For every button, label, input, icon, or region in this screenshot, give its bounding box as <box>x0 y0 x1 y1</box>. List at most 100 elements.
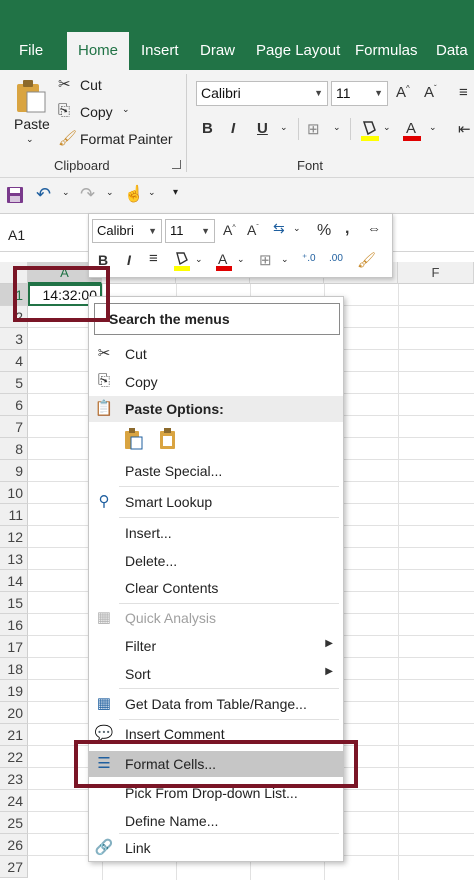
underline-dropdown-icon[interactable]: ⌄ <box>280 122 288 133</box>
touch-mode-icon[interactable]: ☝ <box>124 184 144 204</box>
increase-font-icon[interactable]: A^ <box>223 222 236 238</box>
row-header[interactable]: 26 <box>0 834 28 856</box>
menu-item-link[interactable]: 🔗 Link <box>89 835 343 861</box>
merge-center-icon[interactable]: ⇔ <box>367 220 381 236</box>
font-name-combo[interactable]: Calibri ▼ <box>196 81 328 106</box>
column-header-f[interactable]: F <box>398 262 474 284</box>
indent-icon[interactable]: ⇤ <box>458 120 471 138</box>
row-header[interactable]: 3 <box>0 328 28 350</box>
mini-format-painter-icon[interactable]: 🖌 <box>357 251 376 269</box>
undo-icon[interactable]: ↶ <box>36 184 51 205</box>
menu-item-get-data[interactable]: ▦ Get Data from Table/Range... <box>89 691 343 717</box>
copy-button[interactable]: Copy <box>80 104 113 120</box>
font-size-combo[interactable]: 11 ▼ <box>331 81 388 106</box>
number-format-dropdown-icon[interactable]: ⌄ <box>293 223 301 234</box>
paste-default-icon[interactable] <box>123 427 145 451</box>
menu-item-insert[interactable]: Insert... <box>89 520 343 546</box>
align-center-icon[interactable]: ≡ <box>149 250 158 267</box>
save-icon[interactable] <box>6 186 24 204</box>
align-icon[interactable]: ≡ <box>459 84 468 101</box>
menu-item-sort[interactable]: Sort ▶ <box>89 661 343 687</box>
cut-button[interactable]: Cut <box>80 77 102 93</box>
number-format-icon[interactable]: ⇆ <box>273 220 285 237</box>
clipboard-launcher-icon[interactable] <box>172 160 181 169</box>
row-header[interactable]: 21 <box>0 724 28 746</box>
row-header[interactable]: 8 <box>0 438 28 460</box>
tab-formulas[interactable]: Formulas <box>355 42 418 59</box>
mini-fill-color-icon[interactable] <box>173 250 191 272</box>
borders-icon[interactable]: ⊞ <box>307 120 320 138</box>
row-header[interactable]: 19 <box>0 680 28 702</box>
row-header[interactable]: 20 <box>0 702 28 724</box>
row-header[interactable]: 23 <box>0 768 28 790</box>
row-header[interactable]: 10 <box>0 482 28 504</box>
increase-font-icon[interactable]: A^ <box>396 84 410 101</box>
row-header[interactable]: 18 <box>0 658 28 680</box>
menu-item-delete[interactable]: Delete... <box>89 548 343 574</box>
row-header[interactable]: 11 <box>0 504 28 526</box>
mini-fill-dropdown-icon[interactable]: ⌄ <box>195 254 203 265</box>
paste-button[interactable]: Paste <box>14 116 50 132</box>
underline-button[interactable]: U <box>257 120 268 137</box>
paste-icon[interactable] <box>14 78 48 114</box>
fill-dropdown-icon[interactable]: ⌄ <box>383 122 391 133</box>
borders-dropdown-icon[interactable]: ⌄ <box>333 122 341 133</box>
tab-home[interactable]: Home <box>67 32 130 70</box>
decrease-font-icon[interactable]: Aˇ <box>424 84 437 101</box>
customize-qat-icon[interactable]: ▾ <box>173 187 178 198</box>
row-header[interactable]: 12 <box>0 526 28 548</box>
tab-data[interactable]: Data <box>436 42 468 59</box>
menu-item-cut[interactable]: ✂ Cut <box>89 341 343 367</box>
row-header[interactable]: 24 <box>0 790 28 812</box>
row-header[interactable]: 25 <box>0 812 28 834</box>
row-header[interactable]: 17 <box>0 636 28 658</box>
comma-button[interactable]: , <box>345 220 349 238</box>
name-box[interactable]: A1 <box>0 223 90 249</box>
menu-search-input[interactable]: Search the menus <box>94 303 340 335</box>
row-header[interactable]: 27 <box>0 856 28 878</box>
menu-item-define-name[interactable]: Define Name... <box>89 808 343 834</box>
row-header[interactable]: 7 <box>0 416 28 438</box>
tab-insert[interactable]: Insert <box>141 42 179 59</box>
row-header[interactable]: 16 <box>0 614 28 636</box>
menu-item-filter[interactable]: Filter ▶ <box>89 633 343 659</box>
row-header[interactable]: 22 <box>0 746 28 768</box>
tab-page-layout[interactable]: Page Layout <box>256 42 340 59</box>
mini-font-color-dropdown-icon[interactable]: ⌄ <box>237 254 245 265</box>
fill-color-icon[interactable] <box>360 118 380 142</box>
row-header[interactable]: 13 <box>0 548 28 570</box>
bold-button[interactable]: B <box>202 120 213 137</box>
undo-dropdown-icon[interactable]: ⌄ <box>62 187 70 198</box>
redo-dropdown-icon[interactable]: ⌄ <box>106 187 114 198</box>
paste-dropdown-icon[interactable]: ⌄ <box>26 134 34 145</box>
tab-file[interactable]: File <box>19 42 43 59</box>
menu-item-copy[interactable]: ⎘ Copy <box>89 369 343 395</box>
mini-font-size-combo[interactable]: 11 ▼ <box>165 219 215 243</box>
mini-font-color-icon[interactable]: A <box>215 250 233 272</box>
decrease-font-icon[interactable]: Aˇ <box>247 222 259 238</box>
percent-button[interactable]: % <box>317 222 331 240</box>
row-header[interactable]: 9 <box>0 460 28 482</box>
italic-button[interactable]: I <box>231 120 235 137</box>
font-color-dropdown-icon[interactable]: ⌄ <box>429 122 437 133</box>
redo-icon[interactable]: ↷ <box>80 184 95 205</box>
mini-font-name-combo[interactable]: Calibri ▼ <box>92 219 162 243</box>
row-header[interactable]: 15 <box>0 592 28 614</box>
menu-item-paste-special[interactable]: Paste Special... <box>89 458 343 484</box>
menu-item-smart-lookup[interactable]: ⚲ Smart Lookup <box>89 489 343 515</box>
tab-draw[interactable]: Draw <box>200 42 235 59</box>
row-header[interactable]: 14 <box>0 570 28 592</box>
decrease-decimal-icon[interactable]: .00 <box>329 253 343 264</box>
mini-borders-dropdown-icon[interactable]: ⌄ <box>281 254 289 265</box>
row-header[interactable]: 4 <box>0 350 28 372</box>
row-header[interactable]: 5 <box>0 372 28 394</box>
format-painter-button[interactable]: Format Painter <box>80 131 173 147</box>
mini-borders-icon[interactable]: ⊞ <box>259 251 272 269</box>
row-header[interactable]: 6 <box>0 394 28 416</box>
increase-decimal-icon[interactable]: ⁺.0 <box>302 253 316 264</box>
menu-item-clear-contents[interactable]: Clear Contents <box>89 575 343 601</box>
paste-values-icon[interactable] <box>157 427 179 451</box>
touch-dropdown-icon[interactable]: ⌄ <box>148 187 156 198</box>
mini-italic-button[interactable]: I <box>127 252 131 268</box>
font-color-icon[interactable]: A <box>402 118 422 142</box>
